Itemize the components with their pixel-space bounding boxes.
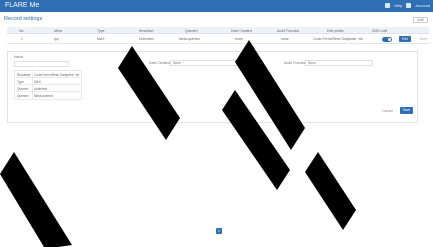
property-value[interactable]: Code-Ferns/Rese Dailywise, wk <box>34 73 79 77</box>
audit-function-label: Audit Function <box>284 61 307 65</box>
property-key: Resultset <box>17 72 31 77</box>
more-button[interactable]: ⋯ More <box>415 37 427 41</box>
property-value[interactable]: Meta-queried <box>34 94 53 98</box>
pagination-current-page[interactable]: 1 <box>216 228 222 234</box>
add-button[interactable]: Add <box>413 17 428 23</box>
column-header-edit-profile[interactable]: Edit profile <box>327 29 344 33</box>
cell-meta: typ <box>54 37 59 41</box>
cancel-button[interactable]: Cancel <box>382 109 393 113</box>
app-brand[interactable]: FLARE Me <box>5 2 39 10</box>
column-header-meta[interactable]: Meta <box>54 29 62 33</box>
property-value[interactable]: Unlimited <box>34 87 47 91</box>
table-header: No. Meta Type Resultset Queried Date Cre… <box>7 27 429 34</box>
property-row: Resultset Code-Ferns/Rese Dailywise, wk <box>15 71 81 78</box>
detail-panel: Name Date Created None Audit Function No… <box>7 51 418 123</box>
cell-audit: none <box>281 37 289 41</box>
column-header-queried[interactable]: Queried <box>185 29 197 33</box>
top-navbar: FLARE Me Help Account <box>0 0 433 12</box>
cell-queried: Meta-queried <box>179 37 200 41</box>
property-key: Queried <box>17 93 29 98</box>
property-row: Type MAX <box>15 78 81 85</box>
column-header-no[interactable]: No. <box>19 29 24 33</box>
user-avatar-icon[interactable] <box>406 3 412 8</box>
divider <box>32 78 33 84</box>
divider <box>32 92 33 99</box>
property-row: Queried Unlimited <box>15 85 81 92</box>
property-row: Queried Meta-queried <box>15 92 81 99</box>
page-title: Record settings <box>4 16 43 22</box>
date-created-field[interactable]: None <box>170 60 238 66</box>
cell-edit-profile: Code-Ferns/Rese Dailywise, wk <box>313 37 363 41</box>
column-header-type[interactable]: Type <box>97 29 105 33</box>
column-header-resultset[interactable]: Resultset <box>139 29 154 33</box>
cell-type: MAX <box>97 37 105 41</box>
edit-button[interactable]: Edit <box>399 36 411 42</box>
cell-date-created: none <box>235 37 243 41</box>
column-header-sms[interactable]: SMS notif <box>372 29 387 33</box>
property-value[interactable]: MAX <box>34 80 41 84</box>
cell-no: 1 <box>21 37 23 41</box>
notification-icon[interactable] <box>384 3 390 8</box>
topbar-actions: Help Account <box>382 3 430 9</box>
divider <box>32 71 33 77</box>
divider <box>32 85 33 91</box>
account-link[interactable]: Account <box>416 3 430 9</box>
property-key: Type <box>17 79 24 84</box>
name-field[interactable] <box>14 61 69 67</box>
table-row[interactable]: 1 typ MAX Unlimited Meta-queried none no… <box>7 34 429 44</box>
help-link[interactable]: Help <box>394 3 402 9</box>
property-key: Queried <box>17 86 29 91</box>
audit-function-field[interactable]: None <box>305 60 373 66</box>
enabled-toggle[interactable] <box>382 36 392 42</box>
column-header-date-created[interactable]: Date Created <box>231 29 252 33</box>
date-created-label: Date Created <box>149 61 170 65</box>
column-header-audit[interactable]: Audit Function <box>277 29 299 33</box>
cell-resultset: Unlimited <box>139 37 154 41</box>
properties-table: Resultset Code-Ferns/Rese Dailywise, wk … <box>14 70 82 100</box>
name-label: Name <box>14 55 24 59</box>
save-button[interactable]: Save <box>400 107 413 114</box>
